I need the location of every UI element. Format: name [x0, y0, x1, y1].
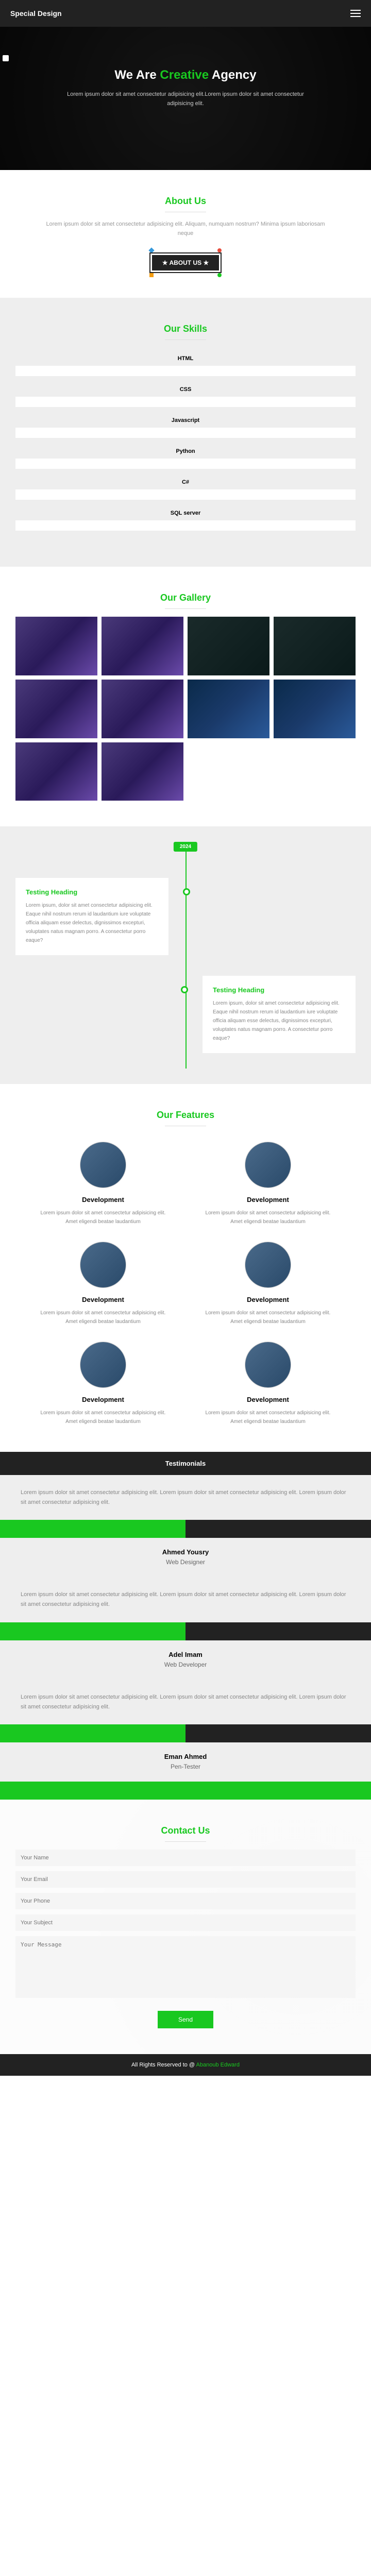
- landing-title: We Are Creative Agency: [10, 68, 361, 82]
- testimonial-divider: [0, 1622, 371, 1640]
- skill-bar: [15, 397, 356, 407]
- landing-section: We Are Creative Agency Lorem ipsum dolor…: [0, 27, 371, 170]
- footer-author-link[interactable]: Abanoub Edward: [196, 2062, 240, 2068]
- gallery-title: Our Gallery: [15, 592, 356, 609]
- contact-form: Send: [15, 1850, 356, 2028]
- feature-image: [80, 1342, 126, 1388]
- testimonials-section: Testimonials Lorem ipsum dolor sit amet …: [0, 1452, 371, 1800]
- gallery-image[interactable]: [102, 680, 183, 738]
- phone-input[interactable]: [15, 1893, 356, 1909]
- skill-item: Python: [15, 448, 356, 469]
- testimonial-divider: [0, 1724, 371, 1742]
- testimonial-author: Adel ImamWeb Developer: [0, 1640, 371, 1680]
- feature-item: DevelopmentLorem ipsum dolor sit amet co…: [36, 1142, 170, 1226]
- email-input[interactable]: [15, 1871, 356, 1888]
- nav-bullet[interactable]: [3, 55, 9, 61]
- testimonial-quote: Lorem ipsum dolor sit amet consectetur a…: [0, 1475, 371, 1520]
- skill-item: C#: [15, 479, 356, 500]
- timeline-heading: Testing Heading: [26, 888, 158, 896]
- skill-bar: [15, 428, 356, 438]
- name-input[interactable]: [15, 1850, 356, 1866]
- about-badge-wrap: ★ ABOUT US ★: [15, 253, 356, 272]
- gallery-image[interactable]: [102, 617, 183, 675]
- skill-bar: [15, 366, 356, 376]
- feature-image: [80, 1242, 126, 1288]
- timeline-item: Testing Heading Lorem ipsum, dolor sit a…: [15, 878, 168, 955]
- feature-item: DevelopmentLorem ipsum dolor sit amet co…: [201, 1342, 335, 1426]
- gallery-image[interactable]: [15, 680, 97, 738]
- footer: All Rights Reserved to @ Abanoub Edward: [0, 2054, 371, 2076]
- timeline-dot-icon: [181, 986, 188, 993]
- contact-title: Contact Us: [15, 1825, 356, 1842]
- testimonial-quote: Lorem ipsum dolor sit amet consectetur a…: [0, 1680, 371, 1724]
- contact-section: Contact Us Send: [0, 1800, 371, 2054]
- timeline-section: 2024 Testing Heading Lorem ipsum, dolor …: [0, 826, 371, 1084]
- timeline-text: Lorem ipsum, dolor sit amet consectetur …: [213, 999, 345, 1043]
- about-badge: ★ ABOUT US ★: [150, 253, 221, 272]
- timeline-dot-icon: [183, 888, 190, 895]
- header: Special Design: [0, 0, 371, 27]
- about-section: About Us Lorem ipsum dolor sit amet cons…: [0, 170, 371, 298]
- gallery-image[interactable]: [102, 742, 183, 801]
- testimonial-author: Ahmed YousryWeb Designer: [0, 1538, 371, 1577]
- skill-item: CSS: [15, 386, 356, 407]
- testimonial-divider: [0, 1520, 371, 1538]
- skill-bar: [15, 520, 356, 531]
- feature-image: [245, 1242, 291, 1288]
- skill-item: SQL server: [15, 510, 356, 531]
- feature-item: DevelopmentLorem ipsum dolor sit amet co…: [36, 1242, 170, 1326]
- about-title: About Us: [15, 196, 356, 212]
- feature-item: DevelopmentLorem ipsum dolor sit amet co…: [36, 1342, 170, 1426]
- landing-desc: Lorem ipsum dolor sit amet consectetur a…: [57, 90, 314, 108]
- features-title: Our Features: [15, 1110, 356, 1126]
- skills-title: Our Skills: [15, 324, 356, 340]
- timeline-heading: Testing Heading: [213, 986, 345, 994]
- gallery-image[interactable]: [15, 617, 97, 675]
- testimonial-quote: Lorem ipsum dolor sit amet consectetur a…: [0, 1577, 371, 1622]
- skill-bar: [15, 489, 356, 500]
- timeline-text: Lorem ipsum, dolor sit amet consectetur …: [26, 901, 158, 945]
- gallery-image[interactable]: [274, 680, 356, 738]
- skill-item: Javascript: [15, 417, 356, 438]
- year-badge: 2024: [174, 842, 197, 852]
- testimonials-title: Testimonials: [0, 1452, 371, 1475]
- skill-bar: [15, 459, 356, 469]
- skill-item: HTML: [15, 355, 356, 376]
- feature-item: DevelopmentLorem ipsum dolor sit amet co…: [201, 1242, 335, 1326]
- send-button[interactable]: Send: [158, 2011, 213, 2028]
- gallery-section: Our Gallery: [0, 567, 371, 826]
- testimonial-author: Eman AhmedPen-Tester: [0, 1742, 371, 1782]
- subject-input[interactable]: [15, 1914, 356, 1931]
- logo[interactable]: Special Design: [10, 9, 62, 18]
- nav-bullets: [3, 55, 9, 64]
- about-desc: Lorem ipsum dolor sit amet consectetur a…: [44, 220, 327, 238]
- message-input[interactable]: [15, 1936, 356, 1998]
- feature-image: [80, 1142, 126, 1188]
- hamburger-icon[interactable]: [350, 8, 361, 19]
- feature-item: DevelopmentLorem ipsum dolor sit amet co…: [201, 1142, 335, 1226]
- features-section: Our Features DevelopmentLorem ipsum dolo…: [0, 1084, 371, 1452]
- skills-section: Our Skills HTML CSS Javascript Python C#…: [0, 298, 371, 567]
- feature-image: [245, 1142, 291, 1188]
- gallery-image[interactable]: [15, 742, 97, 801]
- testimonial-divider: [0, 1782, 371, 1800]
- gallery-grid: [15, 617, 356, 801]
- gallery-image[interactable]: [188, 617, 269, 675]
- timeline-item: Testing Heading Lorem ipsum, dolor sit a…: [203, 976, 356, 1053]
- gallery-image[interactable]: [274, 617, 356, 675]
- feature-image: [245, 1342, 291, 1388]
- gallery-image[interactable]: [188, 680, 269, 738]
